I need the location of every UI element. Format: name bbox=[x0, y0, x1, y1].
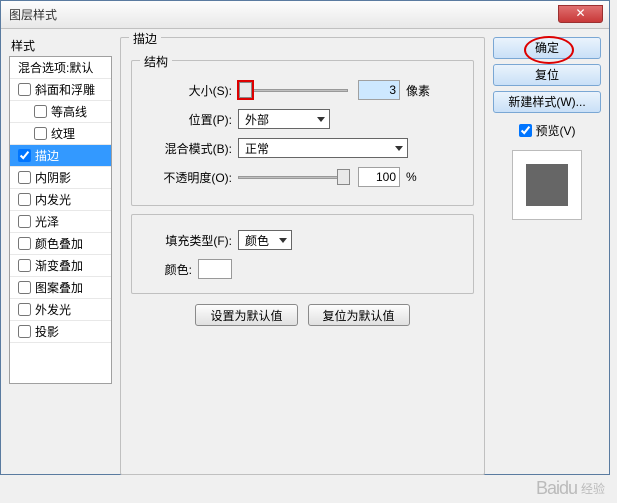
style-item-label: 光泽 bbox=[35, 213, 59, 230]
stroke-group: 描边 结构 大小(S): 像素 位置(P): 外部 bbox=[120, 37, 485, 475]
preview-label: 预览(V) bbox=[536, 122, 576, 139]
style-checkbox[interactable] bbox=[18, 325, 31, 338]
style-item-label: 纹理 bbox=[51, 125, 75, 142]
style-item[interactable]: 渐变叠加 bbox=[10, 255, 111, 277]
color-row: 颜色: bbox=[142, 258, 463, 280]
style-item-label: 等高线 bbox=[51, 103, 87, 120]
opacity-slider-thumb[interactable] bbox=[337, 169, 350, 185]
style-item-label: 外发光 bbox=[35, 301, 71, 318]
layer-style-dialog: 图层样式 ✕ 样式 混合选项:默认 斜面和浮雕等高线纹理描边内阴影内发光光泽颜色… bbox=[0, 0, 610, 475]
right-panel: 确定 复位 新建样式(W)... 预览(V) bbox=[493, 37, 601, 466]
chevron-down-icon bbox=[395, 146, 403, 151]
style-item[interactable]: 光泽 bbox=[10, 211, 111, 233]
style-checkbox[interactable] bbox=[34, 127, 47, 140]
watermark-brand: Baidu bbox=[536, 478, 577, 499]
default-buttons-row: 设置为默认值 复位为默认值 bbox=[131, 304, 474, 326]
style-checkbox[interactable] bbox=[18, 259, 31, 272]
style-item[interactable]: 等高线 bbox=[10, 101, 111, 123]
content-area: 样式 混合选项:默认 斜面和浮雕等高线纹理描边内阴影内发光光泽颜色叠加渐变叠加图… bbox=[1, 29, 609, 474]
opacity-row: 不透明度(O): % bbox=[142, 166, 463, 188]
dialog-title: 图层样式 bbox=[9, 6, 57, 23]
close-button[interactable]: ✕ bbox=[558, 5, 603, 23]
left-panel: 样式 混合选项:默认 斜面和浮雕等高线纹理描边内阴影内发光光泽颜色叠加渐变叠加图… bbox=[9, 37, 112, 466]
preview-checkbox[interactable] bbox=[519, 124, 532, 137]
style-item[interactable]: 内阴影 bbox=[10, 167, 111, 189]
opacity-label: 不透明度(O): bbox=[142, 169, 232, 186]
new-style-button[interactable]: 新建样式(W)... bbox=[493, 91, 601, 113]
stroke-group-title: 描边 bbox=[129, 30, 161, 47]
style-checkbox[interactable] bbox=[18, 215, 31, 228]
style-item-label: 颜色叠加 bbox=[35, 235, 83, 252]
middle-panel: 描边 结构 大小(S): 像素 位置(P): 外部 bbox=[120, 37, 485, 466]
style-list: 混合选项:默认 斜面和浮雕等高线纹理描边内阴影内发光光泽颜色叠加渐变叠加图案叠加… bbox=[9, 56, 112, 384]
reset-button[interactable]: 复位 bbox=[493, 64, 601, 86]
set-default-button[interactable]: 设置为默认值 bbox=[195, 304, 297, 326]
style-item-label: 斜面和浮雕 bbox=[35, 81, 95, 98]
filltype-label: 填充类型(F): bbox=[142, 232, 232, 249]
size-label: 大小(S): bbox=[142, 82, 232, 99]
style-item[interactable]: 图案叠加 bbox=[10, 277, 111, 299]
style-checkbox[interactable] bbox=[18, 303, 31, 316]
list-item-label: 混合选项:默认 bbox=[18, 59, 93, 76]
opacity-unit: % bbox=[406, 170, 417, 184]
style-checkbox[interactable] bbox=[18, 171, 31, 184]
style-item[interactable]: 描边 bbox=[10, 145, 111, 167]
style-checkbox[interactable] bbox=[34, 105, 47, 118]
styles-label: 样式 bbox=[9, 37, 112, 54]
filltype-value: 颜色 bbox=[245, 232, 269, 249]
preview-swatch bbox=[526, 164, 568, 206]
blend-row: 混合模式(B): 正常 bbox=[142, 137, 463, 159]
style-item[interactable]: 斜面和浮雕 bbox=[10, 79, 111, 101]
size-slider[interactable] bbox=[238, 89, 348, 92]
restore-default-button[interactable]: 复位为默认值 bbox=[308, 304, 410, 326]
structure-group-title: 结构 bbox=[140, 53, 172, 70]
size-input[interactable] bbox=[358, 80, 400, 100]
style-item-label: 内阴影 bbox=[35, 169, 71, 186]
watermark-sub: 经验 bbox=[581, 480, 605, 497]
style-item-label: 内发光 bbox=[35, 191, 71, 208]
opacity-slider[interactable] bbox=[238, 176, 348, 179]
blend-options-item[interactable]: 混合选项:默认 bbox=[10, 57, 111, 79]
style-item[interactable]: 内发光 bbox=[10, 189, 111, 211]
blend-value: 正常 bbox=[245, 140, 269, 157]
structure-group: 结构 大小(S): 像素 位置(P): 外部 bbox=[131, 60, 474, 206]
chevron-down-icon bbox=[279, 238, 287, 243]
titlebar[interactable]: 图层样式 ✕ bbox=[1, 1, 609, 29]
watermark: Baidu 经验 bbox=[536, 478, 605, 499]
style-item[interactable]: 纹理 bbox=[10, 123, 111, 145]
style-item-label: 描边 bbox=[35, 147, 59, 164]
style-item[interactable]: 外发光 bbox=[10, 299, 111, 321]
color-swatch[interactable] bbox=[198, 259, 232, 279]
position-row: 位置(P): 外部 bbox=[142, 108, 463, 130]
blend-select[interactable]: 正常 bbox=[238, 138, 408, 158]
preview-box bbox=[512, 150, 582, 220]
style-checkbox[interactable] bbox=[18, 237, 31, 250]
preview-checkbox-row: 预览(V) bbox=[493, 122, 601, 139]
style-checkbox[interactable] bbox=[18, 83, 31, 96]
style-checkbox[interactable] bbox=[18, 281, 31, 294]
color-label: 颜色: bbox=[142, 261, 192, 278]
fill-group: 填充类型(F): 颜色 颜色: bbox=[131, 214, 474, 294]
style-item-label: 渐变叠加 bbox=[35, 257, 83, 274]
close-icon: ✕ bbox=[575, 6, 585, 20]
filltype-row: 填充类型(F): 颜色 bbox=[142, 229, 463, 251]
style-checkbox[interactable] bbox=[18, 149, 31, 162]
blend-label: 混合模式(B): bbox=[142, 140, 232, 157]
style-item[interactable]: 投影 bbox=[10, 321, 111, 343]
style-item-label: 图案叠加 bbox=[35, 279, 83, 296]
size-slider-thumb[interactable] bbox=[239, 82, 252, 98]
style-item-label: 投影 bbox=[35, 323, 59, 340]
chevron-down-icon bbox=[317, 117, 325, 122]
position-value: 外部 bbox=[245, 111, 269, 128]
filltype-select[interactable]: 颜色 bbox=[238, 230, 292, 250]
size-row: 大小(S): 像素 bbox=[142, 79, 463, 101]
style-item[interactable]: 颜色叠加 bbox=[10, 233, 111, 255]
size-unit: 像素 bbox=[406, 82, 430, 99]
position-select[interactable]: 外部 bbox=[238, 109, 330, 129]
ok-button[interactable]: 确定 bbox=[493, 37, 601, 59]
opacity-input[interactable] bbox=[358, 167, 400, 187]
position-label: 位置(P): bbox=[142, 111, 232, 128]
style-checkbox[interactable] bbox=[18, 193, 31, 206]
